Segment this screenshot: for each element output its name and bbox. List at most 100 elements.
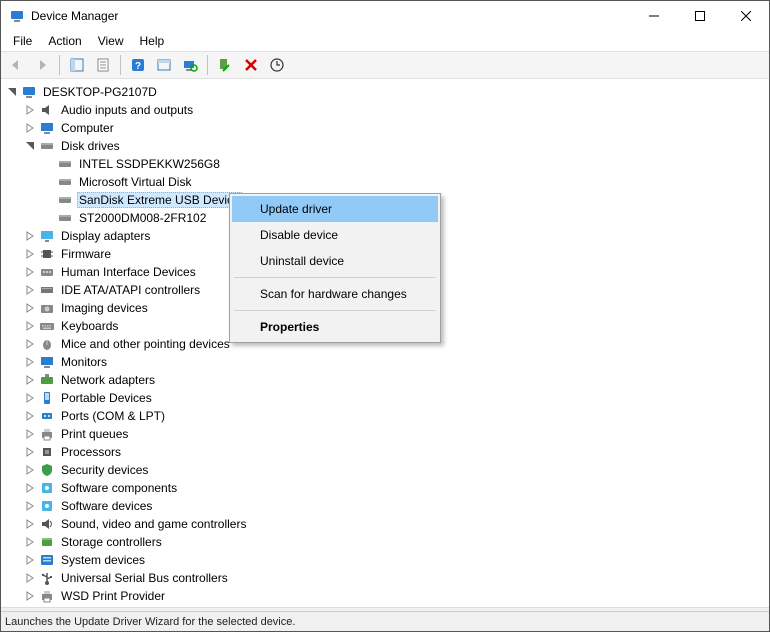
disk-icon [57, 192, 73, 208]
expand-icon[interactable] [23, 283, 37, 297]
tree-node[interactable]: System devices [23, 551, 769, 569]
expand-icon[interactable] [23, 517, 37, 531]
tree-node[interactable]: Print queues [23, 425, 769, 443]
context-menu-item[interactable]: Uninstall device [232, 248, 438, 274]
menu-help[interactable]: Help [132, 32, 173, 50]
expand-icon[interactable] [23, 553, 37, 567]
context-menu-item[interactable]: Properties [232, 314, 438, 340]
software-icon [39, 480, 55, 496]
statusbar: Launches the Update Driver Wizard for th… [1, 611, 769, 631]
minimize-button[interactable] [631, 1, 677, 31]
scan-hardware-button[interactable] [178, 53, 202, 77]
menu-file[interactable]: File [5, 32, 40, 50]
expand-icon[interactable] [23, 427, 37, 441]
keyboard-icon [39, 318, 55, 334]
expand-icon[interactable] [23, 391, 37, 405]
expand-icon[interactable] [23, 247, 37, 261]
tree-node[interactable]: Software components [23, 479, 769, 497]
update-driver-button[interactable] [265, 53, 289, 77]
tree-node[interactable]: INTEL SSDPEKKW256G8 [41, 155, 769, 173]
audio-icon [39, 102, 55, 118]
expand-icon[interactable] [23, 103, 37, 117]
window-title: Device Manager [31, 9, 631, 23]
mouse-icon [39, 336, 55, 352]
computer-icon [21, 84, 37, 100]
hid-icon [39, 264, 55, 280]
tree-node-label: Microsoft Virtual Disk [77, 175, 193, 189]
tree-node-label: Human Interface Devices [59, 265, 198, 279]
help-button[interactable]: ? [126, 53, 150, 77]
expand-icon[interactable] [23, 337, 37, 351]
forward-button[interactable] [30, 53, 54, 77]
expand-icon[interactable] [23, 499, 37, 513]
tree-node[interactable]: Portable Devices [23, 389, 769, 407]
expand-icon[interactable] [23, 535, 37, 549]
expand-icon[interactable] [23, 481, 37, 495]
expand-icon[interactable] [23, 571, 37, 585]
expand-icon[interactable] [23, 409, 37, 423]
software-icon [39, 498, 55, 514]
properties-button[interactable] [91, 53, 115, 77]
expand-icon[interactable] [23, 229, 37, 243]
camera-icon [39, 300, 55, 316]
tree-node[interactable]: Monitors [23, 353, 769, 371]
show-hide-tree-button[interactable] [65, 53, 89, 77]
network-icon [39, 372, 55, 388]
expand-icon[interactable] [23, 373, 37, 387]
expand-icon[interactable] [23, 121, 37, 135]
tree-node-label: Network adapters [59, 373, 157, 387]
expand-icon[interactable] [23, 355, 37, 369]
maximize-button[interactable] [677, 1, 723, 31]
tree-node[interactable]: Software devices [23, 497, 769, 515]
tree-node[interactable]: Sound, video and game controllers [23, 515, 769, 533]
menu-view[interactable]: View [90, 32, 132, 50]
tree-node[interactable]: Network adapters [23, 371, 769, 389]
tree-node[interactable]: Audio inputs and outputs [23, 101, 769, 119]
tree-node[interactable]: Storage controllers [23, 533, 769, 551]
tree-node-label: SanDisk Extreme USB Device [77, 192, 242, 208]
app-icon [9, 8, 25, 24]
disk-icon [57, 174, 73, 190]
enable-device-button[interactable] [213, 53, 237, 77]
expand-icon[interactable] [23, 265, 37, 279]
printer-icon [39, 426, 55, 442]
tree-node-label: Computer [59, 121, 116, 135]
tree-node[interactable]: Microsoft Virtual Disk [41, 173, 769, 191]
tree-node-label: IDE ATA/ATAPI controllers [59, 283, 202, 297]
tree-node-label: Keyboards [59, 319, 120, 333]
action-button[interactable] [152, 53, 176, 77]
back-button[interactable] [4, 53, 28, 77]
statusbar-text: Launches the Update Driver Wizard for th… [5, 616, 295, 628]
tree-node-label: Imaging devices [59, 301, 150, 315]
context-menu-item[interactable]: Update driver [232, 196, 438, 222]
disk-icon [57, 210, 73, 226]
expand-icon[interactable] [23, 463, 37, 477]
security-icon [39, 462, 55, 478]
uninstall-device-button[interactable] [239, 53, 263, 77]
expand-icon[interactable] [23, 445, 37, 459]
usb-icon [39, 570, 55, 586]
tree-node-label: Sound, video and game controllers [59, 517, 248, 531]
expand-icon[interactable] [23, 589, 37, 603]
close-button[interactable] [723, 1, 769, 31]
tree-node[interactable]: Disk drives [23, 137, 769, 155]
collapse-icon[interactable] [5, 85, 19, 99]
tree-node-label: WSD Print Provider [59, 589, 167, 603]
expand-icon[interactable] [23, 301, 37, 315]
expand-icon[interactable] [23, 319, 37, 333]
tree-node-label: Security devices [59, 463, 150, 477]
tree-node-label: Display adapters [59, 229, 152, 243]
tree-node-label: Audio inputs and outputs [59, 103, 195, 117]
collapse-icon[interactable] [23, 139, 37, 153]
context-menu-item[interactable]: Scan for hardware changes [232, 281, 438, 307]
tree-node[interactable]: Security devices [23, 461, 769, 479]
tree-node[interactable]: WSD Print Provider [23, 587, 769, 605]
tree-node[interactable]: Universal Serial Bus controllers [23, 569, 769, 587]
tree-node[interactable]: Processors [23, 443, 769, 461]
tree-node[interactable]: Computer [23, 119, 769, 137]
tree-node[interactable]: DESKTOP-PG2107D [5, 83, 769, 101]
context-menu-item[interactable]: Disable device [232, 222, 438, 248]
tree-node[interactable]: Ports (COM & LPT) [23, 407, 769, 425]
menu-action[interactable]: Action [40, 32, 89, 50]
chip-icon [39, 246, 55, 262]
